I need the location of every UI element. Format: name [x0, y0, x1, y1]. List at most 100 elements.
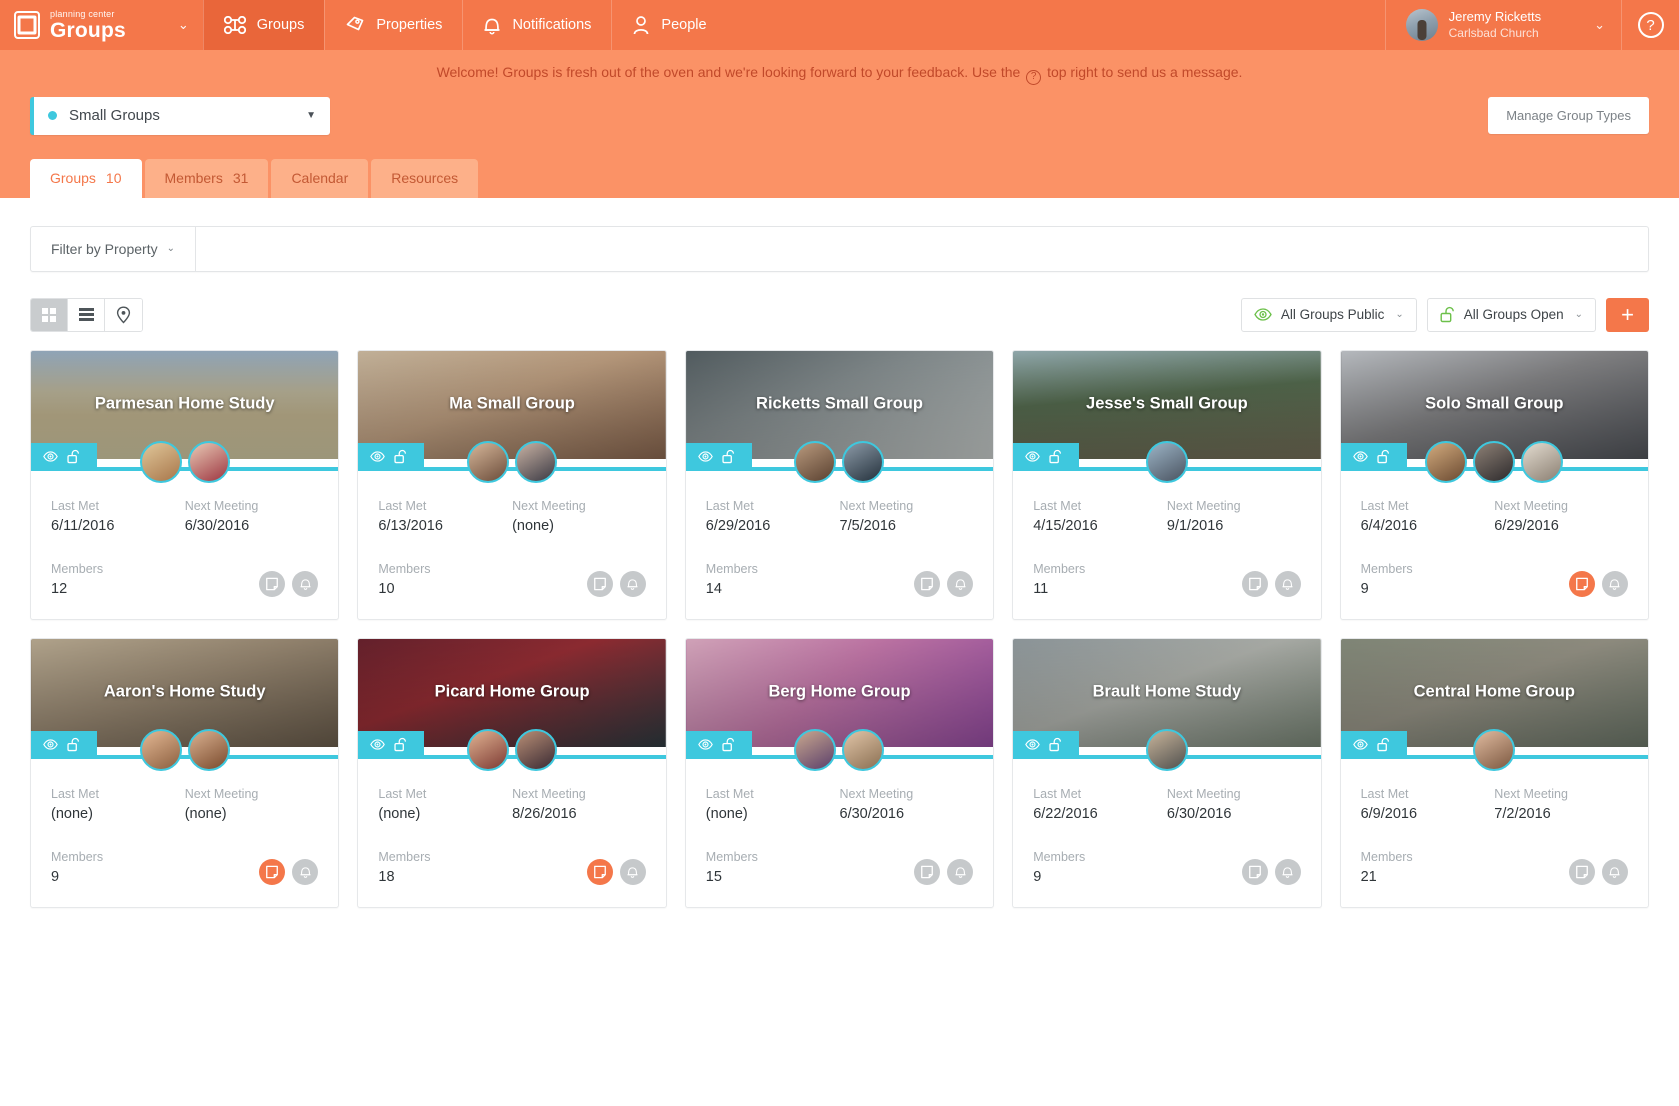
- group-card[interactable]: Aaron's Home Study Last Met (none) Next …: [30, 638, 339, 908]
- notifications-button[interactable]: [620, 571, 646, 597]
- group-card[interactable]: Ricketts Small Group Last Met 6/29/2016 …: [685, 350, 994, 620]
- group-member-avatar[interactable]: [794, 441, 836, 483]
- notes-button[interactable]: [1569, 859, 1595, 885]
- next-meeting-label: Next Meeting: [1494, 787, 1628, 801]
- notes-button[interactable]: [1242, 859, 1268, 885]
- next-meeting-value: 8/26/2016: [512, 806, 646, 822]
- group-member-avatar[interactable]: [1425, 441, 1467, 483]
- last-met-label: Last Met: [706, 787, 840, 801]
- group-member-avatar[interactable]: [1521, 441, 1563, 483]
- group-members-row: Members 14: [706, 562, 973, 597]
- notifications-button[interactable]: [1275, 859, 1301, 885]
- group-card-body: Last Met 6/11/2016 Next Meeting 6/30/201…: [31, 459, 338, 619]
- notifications-button[interactable]: [947, 859, 973, 885]
- next-meeting-label: Next Meeting: [1167, 499, 1301, 513]
- notes-button[interactable]: [259, 571, 285, 597]
- group-member-avatar[interactable]: [188, 441, 230, 483]
- note-icon: [920, 577, 934, 591]
- group-member-avatar[interactable]: [842, 441, 884, 483]
- group-member-avatar[interactable]: [842, 729, 884, 771]
- tab-members[interactable]: Members 31: [145, 159, 269, 198]
- group-meeting-dates: Last Met 6/13/2016 Next Meeting (none): [378, 499, 645, 534]
- group-member-avatar[interactable]: [1473, 729, 1515, 771]
- group-type-select[interactable]: Small Groups ▼: [30, 97, 330, 135]
- app-brand-logo[interactable]: planning center Groups ⌄: [0, 0, 203, 50]
- user-organization: Carlsbad Church: [1449, 26, 1541, 41]
- notifications-button[interactable]: [947, 571, 973, 597]
- filter-chips-area[interactable]: [196, 227, 1648, 271]
- next-meeting-block: Next Meeting 6/30/2016: [185, 499, 319, 534]
- group-member-avatar[interactable]: [1473, 441, 1515, 483]
- group-card[interactable]: Jesse's Small Group Last Met 4/15/2016 N…: [1012, 350, 1321, 620]
- group-card[interactable]: Berg Home Group Last Met (none) Next Mee…: [685, 638, 994, 908]
- enrollment-filter-button[interactable]: All Groups Open ⌄: [1427, 298, 1596, 332]
- members-label: Members: [1033, 850, 1241, 864]
- notes-button[interactable]: [914, 859, 940, 885]
- notes-button[interactable]: [1569, 571, 1595, 597]
- person-icon: [632, 15, 650, 35]
- group-card-title: Berg Home Group: [686, 682, 993, 701]
- group-member-avatar[interactable]: [140, 729, 182, 771]
- grid-view-button[interactable]: [31, 299, 68, 331]
- next-meeting-label: Next Meeting: [512, 787, 646, 801]
- group-member-avatar[interactable]: [515, 729, 557, 771]
- nav-item-groups[interactable]: Groups: [203, 0, 325, 50]
- group-member-avatar[interactable]: [188, 729, 230, 771]
- notifications-button[interactable]: [1602, 571, 1628, 597]
- members-label: Members: [1361, 850, 1569, 864]
- chevron-down-icon[interactable]: ⌄: [178, 17, 189, 33]
- tab-resources[interactable]: Resources: [371, 159, 478, 198]
- notes-button[interactable]: [259, 859, 285, 885]
- group-member-avatar[interactable]: [794, 729, 836, 771]
- group-card[interactable]: Central Home Group Last Met 6/9/2016 Nex…: [1340, 638, 1649, 908]
- add-group-button[interactable]: +: [1606, 298, 1649, 332]
- nav-item-notifications[interactable]: Notifications: [462, 0, 611, 50]
- group-member-avatar[interactable]: [467, 441, 509, 483]
- notifications-button[interactable]: [1275, 571, 1301, 597]
- nav-item-properties[interactable]: Properties: [324, 0, 462, 50]
- last-met-label: Last Met: [706, 499, 840, 513]
- group-card[interactable]: Picard Home Group Last Met (none) Next M…: [357, 638, 666, 908]
- next-meeting-block: Next Meeting 7/5/2016: [840, 499, 974, 534]
- note-icon: [1248, 577, 1262, 591]
- group-member-avatar[interactable]: [1146, 441, 1188, 483]
- group-card[interactable]: Solo Small Group Last Met 6/4/2016 Next …: [1340, 350, 1649, 620]
- group-member-avatar[interactable]: [1146, 729, 1188, 771]
- filter-by-property-button[interactable]: Filter by Property ⌄: [31, 227, 196, 271]
- notifications-button[interactable]: [292, 571, 318, 597]
- chevron-down-icon[interactable]: ⌄: [1594, 17, 1605, 33]
- avatar: [1406, 9, 1438, 41]
- group-type-label: Small Groups: [69, 107, 306, 124]
- group-card-actions: [1569, 571, 1628, 597]
- group-member-avatar[interactable]: [467, 729, 509, 771]
- group-member-avatar[interactable]: [515, 441, 557, 483]
- visibility-filter-button[interactable]: All Groups Public ⌄: [1241, 298, 1417, 332]
- group-card[interactable]: Brault Home Study Last Met 6/22/2016 Nex…: [1012, 638, 1321, 908]
- chevron-down-icon: ⌄: [167, 243, 175, 254]
- group-cards-grid: Parmesan Home Study Last Met 6/11/2016 N…: [30, 350, 1649, 908]
- notes-button[interactable]: [587, 571, 613, 597]
- notifications-button[interactable]: [620, 859, 646, 885]
- manage-group-types-button[interactable]: Manage Group Types: [1488, 97, 1649, 134]
- group-member-avatar[interactable]: [140, 441, 182, 483]
- group-card[interactable]: Ma Small Group Last Met 6/13/2016 Next M…: [357, 350, 666, 620]
- notifications-button[interactable]: [1602, 859, 1628, 885]
- map-view-button[interactable]: [105, 299, 142, 331]
- group-card-actions: [1242, 571, 1301, 597]
- notes-button[interactable]: [914, 571, 940, 597]
- tab-groups[interactable]: Groups 10: [30, 159, 142, 198]
- tab-calendar[interactable]: Calendar: [271, 159, 368, 198]
- notes-button[interactable]: [587, 859, 613, 885]
- members-block: Members 9: [1033, 850, 1241, 885]
- notes-button[interactable]: [1242, 571, 1268, 597]
- nav-item-people[interactable]: People: [611, 0, 726, 50]
- group-card-body: Last Met 6/29/2016 Next Meeting 7/5/2016…: [686, 459, 993, 619]
- user-menu[interactable]: Jeremy Ricketts Carlsbad Church ⌄: [1385, 0, 1621, 50]
- chevron-down-icon: ⌄: [1575, 309, 1583, 320]
- notifications-button[interactable]: [292, 859, 318, 885]
- group-card[interactable]: Parmesan Home Study Last Met 6/11/2016 N…: [30, 350, 339, 620]
- note-icon: [1248, 865, 1262, 879]
- list-view-button[interactable]: [68, 299, 105, 331]
- help-button[interactable]: ?: [1621, 0, 1679, 50]
- note-icon: [593, 865, 607, 879]
